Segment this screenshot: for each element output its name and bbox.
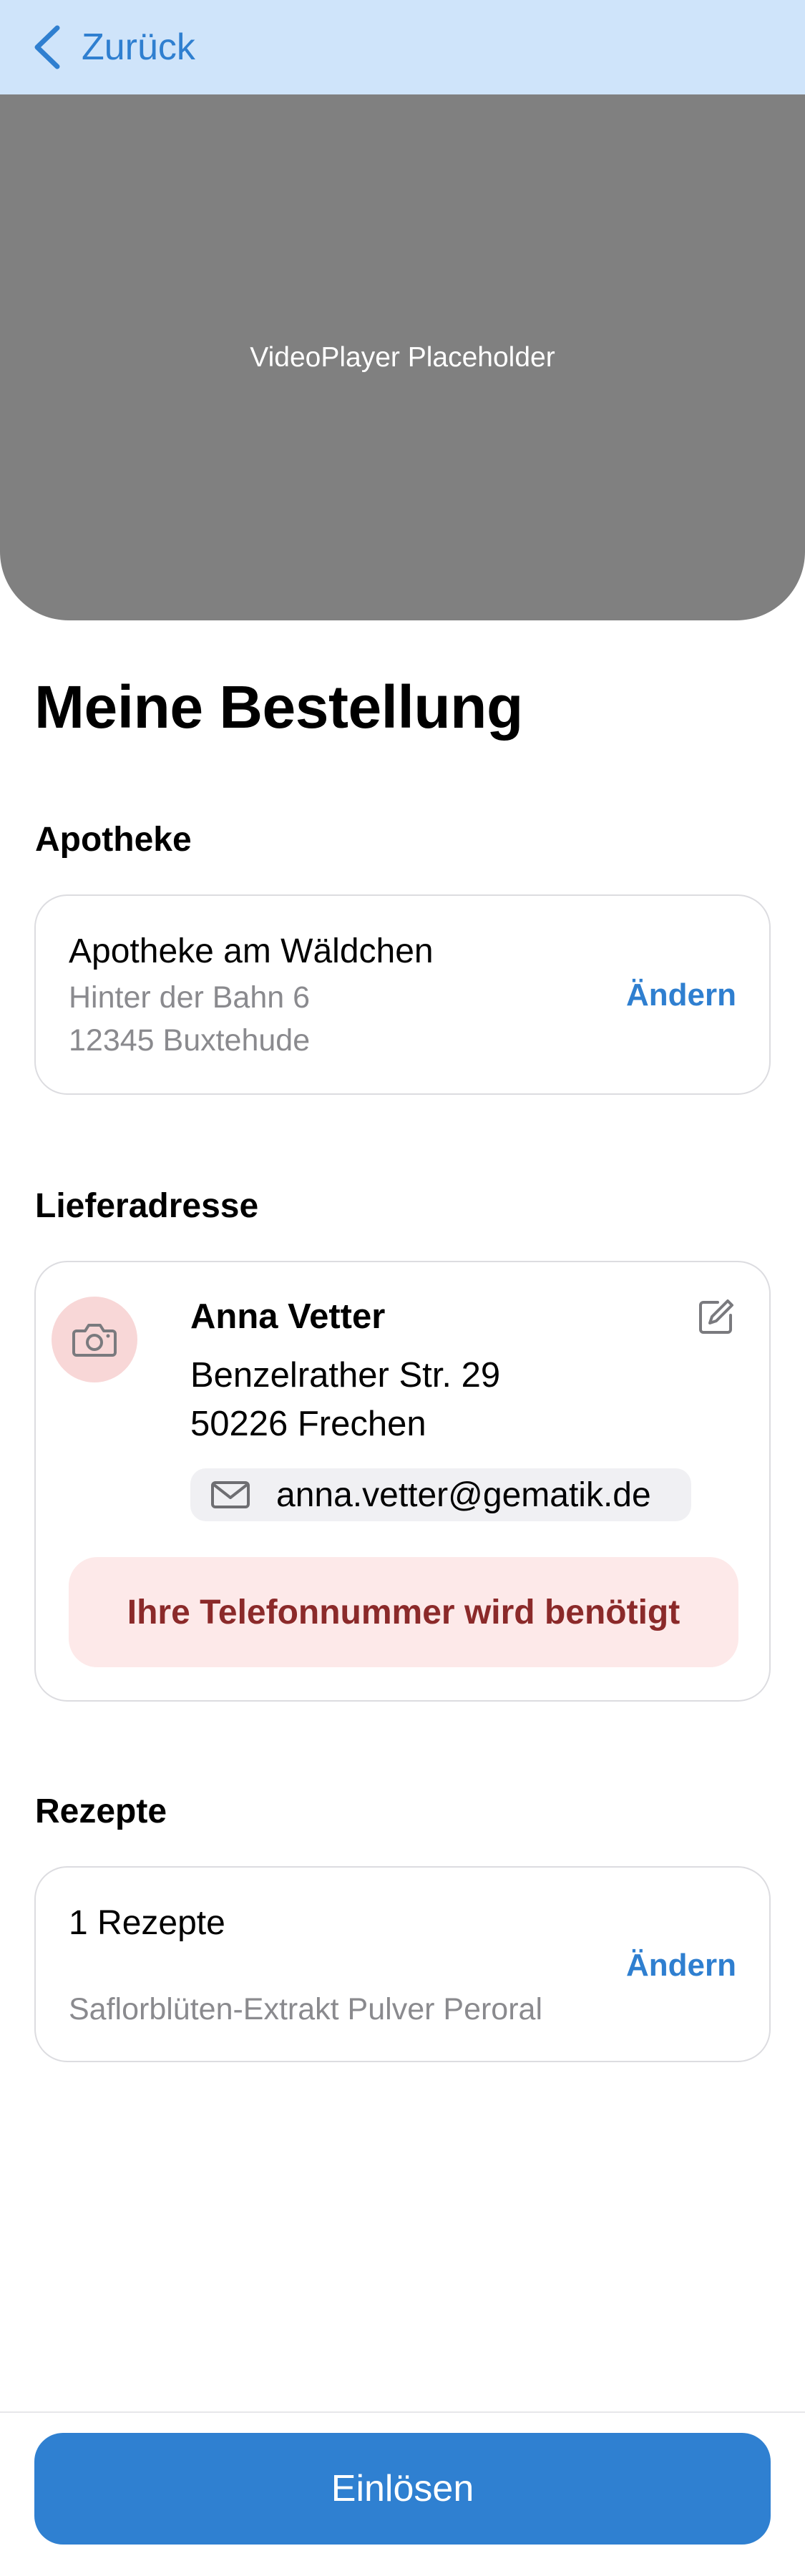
section-heading-pharmacy: Apotheke <box>35 821 192 859</box>
delivery-address-card: Anna Vetter Benzelrather Str. 29 50226 F… <box>34 1261 771 1702</box>
recipient-name: Anna Vetter <box>190 1297 386 1336</box>
redeem-label: Einlösen <box>331 2468 474 2509</box>
pharmacy-street: Hinter der Bahn 6 <box>69 980 311 1015</box>
prescriptions-card: 1 Rezepte Saflorblüten-Extrakt Pulver Pe… <box>34 1866 771 2062</box>
navigation-bar: Zurück <box>0 0 805 94</box>
envelope-icon <box>211 1481 250 1508</box>
section-heading-delivery: Lieferadresse <box>35 1187 259 1225</box>
pharmacy-card: Apotheke am Wäldchen Hinter der Bahn 6 1… <box>34 894 771 1095</box>
recipient-city: 50226 Frechen <box>190 1405 426 1443</box>
edit-icon[interactable] <box>696 1297 736 1337</box>
email-chip: anna.vetter@gematik.de <box>190 1468 691 1521</box>
video-player[interactable]: VideoPlayer Placeholder <box>0 94 805 620</box>
recipient-street: Benzelrather Str. 29 <box>190 1356 501 1395</box>
redeem-button[interactable]: Einlösen <box>34 2433 771 2545</box>
prescription-count: 1 Rezepte <box>69 1904 225 1942</box>
prescription-item: Saflorblüten-Extrakt Pulver Peroral <box>69 1992 543 2026</box>
chevron-left-icon <box>34 25 60 69</box>
change-pharmacy-button[interactable]: Ändern <box>626 977 736 1013</box>
recipient-email: anna.vetter@gematik.de <box>276 1475 651 1514</box>
back-label: Zurück <box>82 26 195 68</box>
back-button[interactable]: Zurück <box>31 21 195 73</box>
phone-warning-label: Ihre Telefonnummer wird benötigt <box>127 1593 680 1631</box>
page-title: Meine Bestellung <box>34 673 523 741</box>
avatar[interactable] <box>52 1297 137 1382</box>
pharmacy-city: 12345 Buxtehude <box>69 1023 311 1058</box>
pharmacy-name: Apotheke am Wäldchen <box>69 932 434 970</box>
change-prescriptions-button[interactable]: Ändern <box>626 1948 736 1984</box>
section-heading-prescriptions: Rezepte <box>35 1792 167 1830</box>
phone-number-warning[interactable]: Ihre Telefonnummer wird benötigt <box>69 1557 738 1667</box>
video-placeholder-label: VideoPlayer Placeholder <box>250 341 555 373</box>
bottom-bar: Einlösen <box>0 2411 805 2576</box>
camera-icon <box>72 1324 117 1357</box>
